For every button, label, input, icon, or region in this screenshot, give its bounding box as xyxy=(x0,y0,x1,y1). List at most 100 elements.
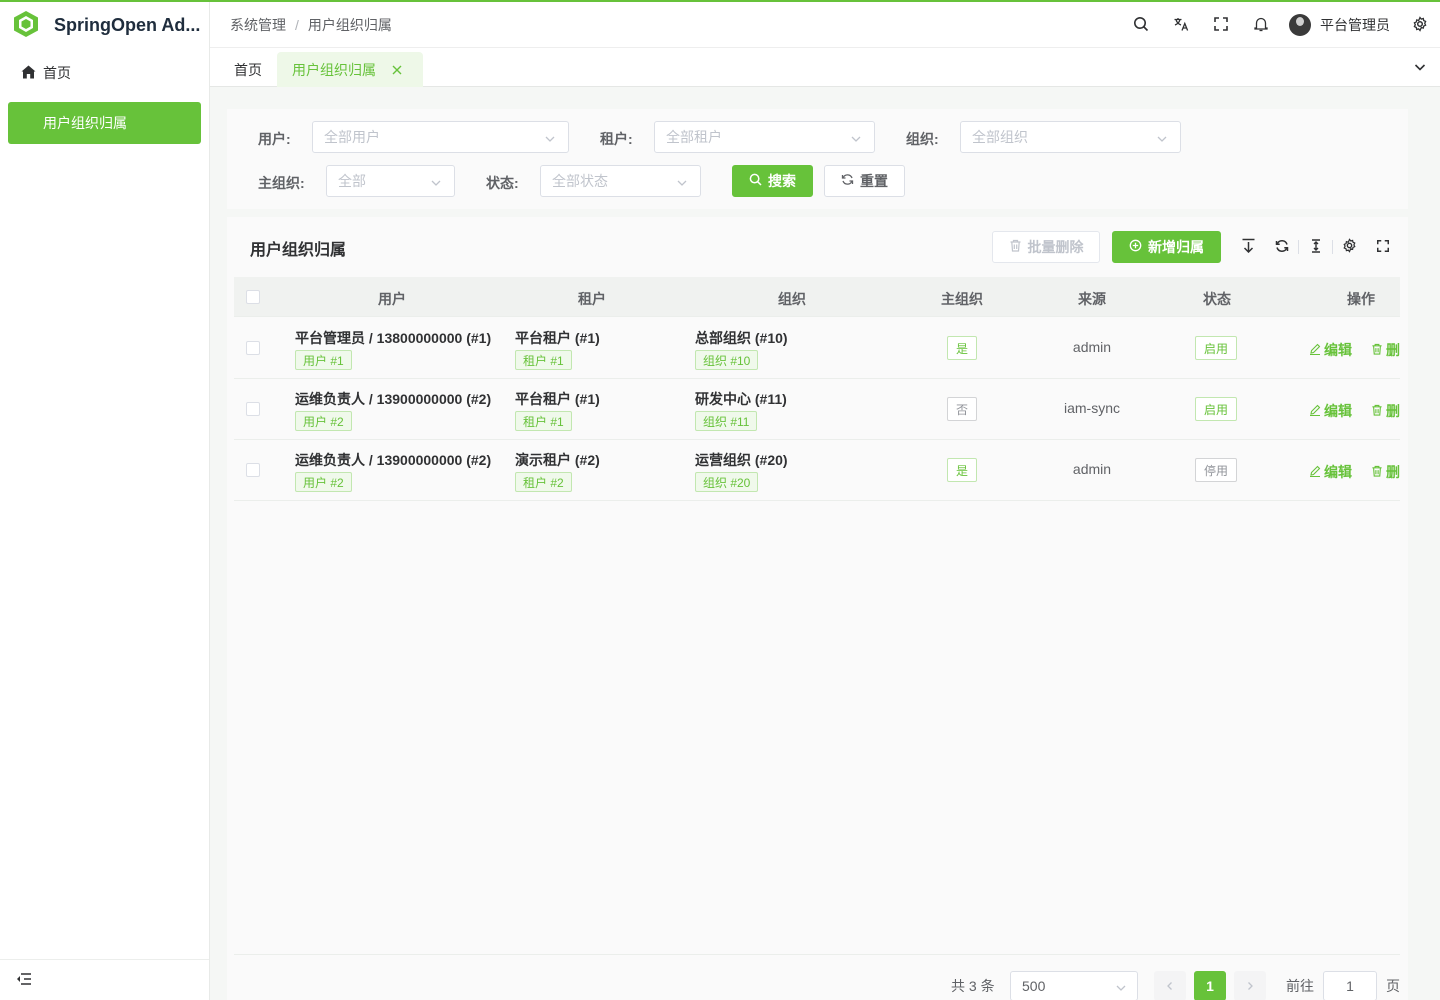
search-button-label: 搜索 xyxy=(768,173,796,189)
tab-home[interactable]: 首页 xyxy=(234,52,262,87)
bell-icon xyxy=(1253,16,1269,35)
app-logo[interactable]: SpringOpen Ad... xyxy=(0,2,209,48)
search-panel: 用户: 全部用户 租户: 全部租户 组织: 全部组织 主组织: 全部 状态: 全… xyxy=(227,109,1408,209)
trash-icon xyxy=(1371,342,1386,358)
close-icon[interactable] xyxy=(392,62,402,78)
status-select[interactable]: 全部状态 xyxy=(540,165,701,197)
sidebar-item-home[interactable]: 首页 xyxy=(0,48,209,98)
org-cell: 总部组织 (#10) xyxy=(695,330,788,346)
gear-icon xyxy=(1342,238,1357,256)
batch-delete-button[interactable]: 批量删除 xyxy=(992,231,1100,263)
source-cell: iam-sync xyxy=(1063,400,1120,416)
main-org-tag: 否 xyxy=(947,397,977,421)
plus-circle-icon xyxy=(1129,239,1148,255)
main-org-filter-label: 主组织: xyxy=(258,175,305,191)
table-row: 运维负责人 / 13900000000 (#2) 用户 #2 平台租户 (#1)… xyxy=(234,379,1400,440)
language-button[interactable] xyxy=(1161,2,1201,48)
main-org-select[interactable]: 全部 xyxy=(326,165,455,197)
select-all-checkbox[interactable] xyxy=(246,290,260,304)
tab-label: 用户组织归属 xyxy=(292,61,376,78)
delete-button[interactable]: 删 xyxy=(1371,340,1400,360)
table-header: 用户 租户 组织 主组织 来源 状态 操作 xyxy=(234,277,1400,317)
column-header-main-org: 主组织 xyxy=(941,291,983,307)
user-tag: 用户 #1 xyxy=(295,350,352,370)
add-membership-label: 新增归属 xyxy=(1148,239,1204,255)
export-button[interactable] xyxy=(1232,237,1265,257)
goto-page-input[interactable]: 1 xyxy=(1323,971,1377,1000)
column-header-tenant: 租户 xyxy=(578,291,606,307)
status-tag: 停用 xyxy=(1195,458,1237,482)
row-checkbox[interactable] xyxy=(246,341,260,355)
column-settings-button[interactable] xyxy=(1333,237,1366,257)
tenant-select[interactable]: 全部租户 xyxy=(654,121,875,153)
user-select[interactable]: 全部用户 xyxy=(312,121,569,153)
chevron-down-icon xyxy=(1115,981,1127,997)
refresh-icon xyxy=(1275,239,1289,256)
chevron-down-icon xyxy=(430,176,442,192)
breadcrumb-item[interactable]: 系统管理 xyxy=(230,15,286,35)
table-row: 运维负责人 / 13900000000 (#2) 用户 #2 演示租户 (#2)… xyxy=(234,440,1400,501)
chevron-right-icon xyxy=(1245,978,1255,994)
next-page-button[interactable] xyxy=(1234,971,1266,1000)
row-checkbox[interactable] xyxy=(246,402,260,416)
tenant-tag: 租户 #1 xyxy=(515,411,572,431)
edit-button[interactable]: 编辑 xyxy=(1309,401,1352,421)
translate-icon xyxy=(1173,16,1189,35)
tenant-cell: 平台租户 (#1) xyxy=(515,391,600,407)
search-icon xyxy=(1133,16,1149,35)
table-fullscreen-button[interactable] xyxy=(1366,237,1399,257)
status-tag: 启用 xyxy=(1195,397,1237,421)
notification-button[interactable] xyxy=(1241,2,1281,48)
row-checkbox[interactable] xyxy=(246,463,260,477)
org-select[interactable]: 全部组织 xyxy=(960,121,1181,153)
edit-label: 编辑 xyxy=(1324,464,1352,480)
refresh-icon xyxy=(841,173,860,189)
fullscreen-icon xyxy=(1376,239,1390,256)
edit-icon xyxy=(1309,464,1324,480)
settings-button[interactable] xyxy=(1400,2,1440,48)
chevron-left-icon xyxy=(1165,978,1175,994)
select-placeholder: 全部状态 xyxy=(552,173,608,189)
fullscreen-button[interactable] xyxy=(1201,2,1241,48)
org-tag: 组织 #10 xyxy=(695,350,759,370)
tenant-tag: 租户 #2 xyxy=(515,472,572,492)
edit-button[interactable]: 编辑 xyxy=(1309,462,1352,482)
edit-icon xyxy=(1309,342,1324,358)
main-org-tag: 是 xyxy=(947,458,977,482)
tabs-dropdown-button[interactable] xyxy=(1414,60,1426,76)
search-button[interactable] xyxy=(1121,2,1161,48)
density-button[interactable] xyxy=(1299,237,1332,257)
search-button[interactable]: 搜索 xyxy=(732,165,813,197)
sidebar-item-user-org[interactable]: 用户组织归属 xyxy=(8,102,201,144)
user-filter-label: 用户: xyxy=(258,131,291,147)
edit-label: 编辑 xyxy=(1324,403,1352,419)
user-menu[interactable]: 平台管理员 xyxy=(1289,14,1390,36)
trash-icon xyxy=(1009,239,1028,255)
tabs-bar: 首页 用户组织归属 xyxy=(210,48,1440,87)
sidebar: SpringOpen Ad... 首页 用户组织归属 xyxy=(0,2,210,1000)
edit-button[interactable]: 编辑 xyxy=(1309,340,1352,360)
column-header-user: 用户 xyxy=(378,291,406,307)
page-number-button[interactable]: 1 xyxy=(1194,971,1226,1000)
reset-button[interactable]: 重置 xyxy=(824,165,905,197)
gear-icon xyxy=(1412,15,1428,35)
select-placeholder: 全部组织 xyxy=(972,129,1028,145)
delete-label: 删 xyxy=(1386,403,1400,419)
tab-user-org[interactable]: 用户组织归属 xyxy=(277,52,423,87)
refresh-button[interactable] xyxy=(1265,237,1298,257)
status-filter-label: 状态: xyxy=(486,175,519,191)
top-header: 系统管理 / 用户组织归属 平台管理员 xyxy=(210,2,1440,48)
add-membership-button[interactable]: 新增归属 xyxy=(1112,231,1221,263)
sidebar-collapse-button[interactable] xyxy=(0,959,209,1000)
edit-icon xyxy=(1309,403,1324,419)
prev-page-button[interactable] xyxy=(1154,971,1186,1000)
page-size-select[interactable]: 500 xyxy=(1010,971,1138,1000)
user-tag: 用户 #2 xyxy=(295,411,352,431)
delete-button[interactable]: 删 xyxy=(1371,462,1400,482)
user-cell: 平台管理员 / 13800000000 (#1) xyxy=(295,330,492,346)
panel-title: 用户组织归属 xyxy=(250,242,347,259)
sidebar-item-label: 首页 xyxy=(43,65,71,81)
edit-label: 编辑 xyxy=(1324,342,1352,358)
user-cell: 运维负责人 / 13900000000 (#2) xyxy=(295,452,492,468)
delete-button[interactable]: 删 xyxy=(1371,401,1400,421)
